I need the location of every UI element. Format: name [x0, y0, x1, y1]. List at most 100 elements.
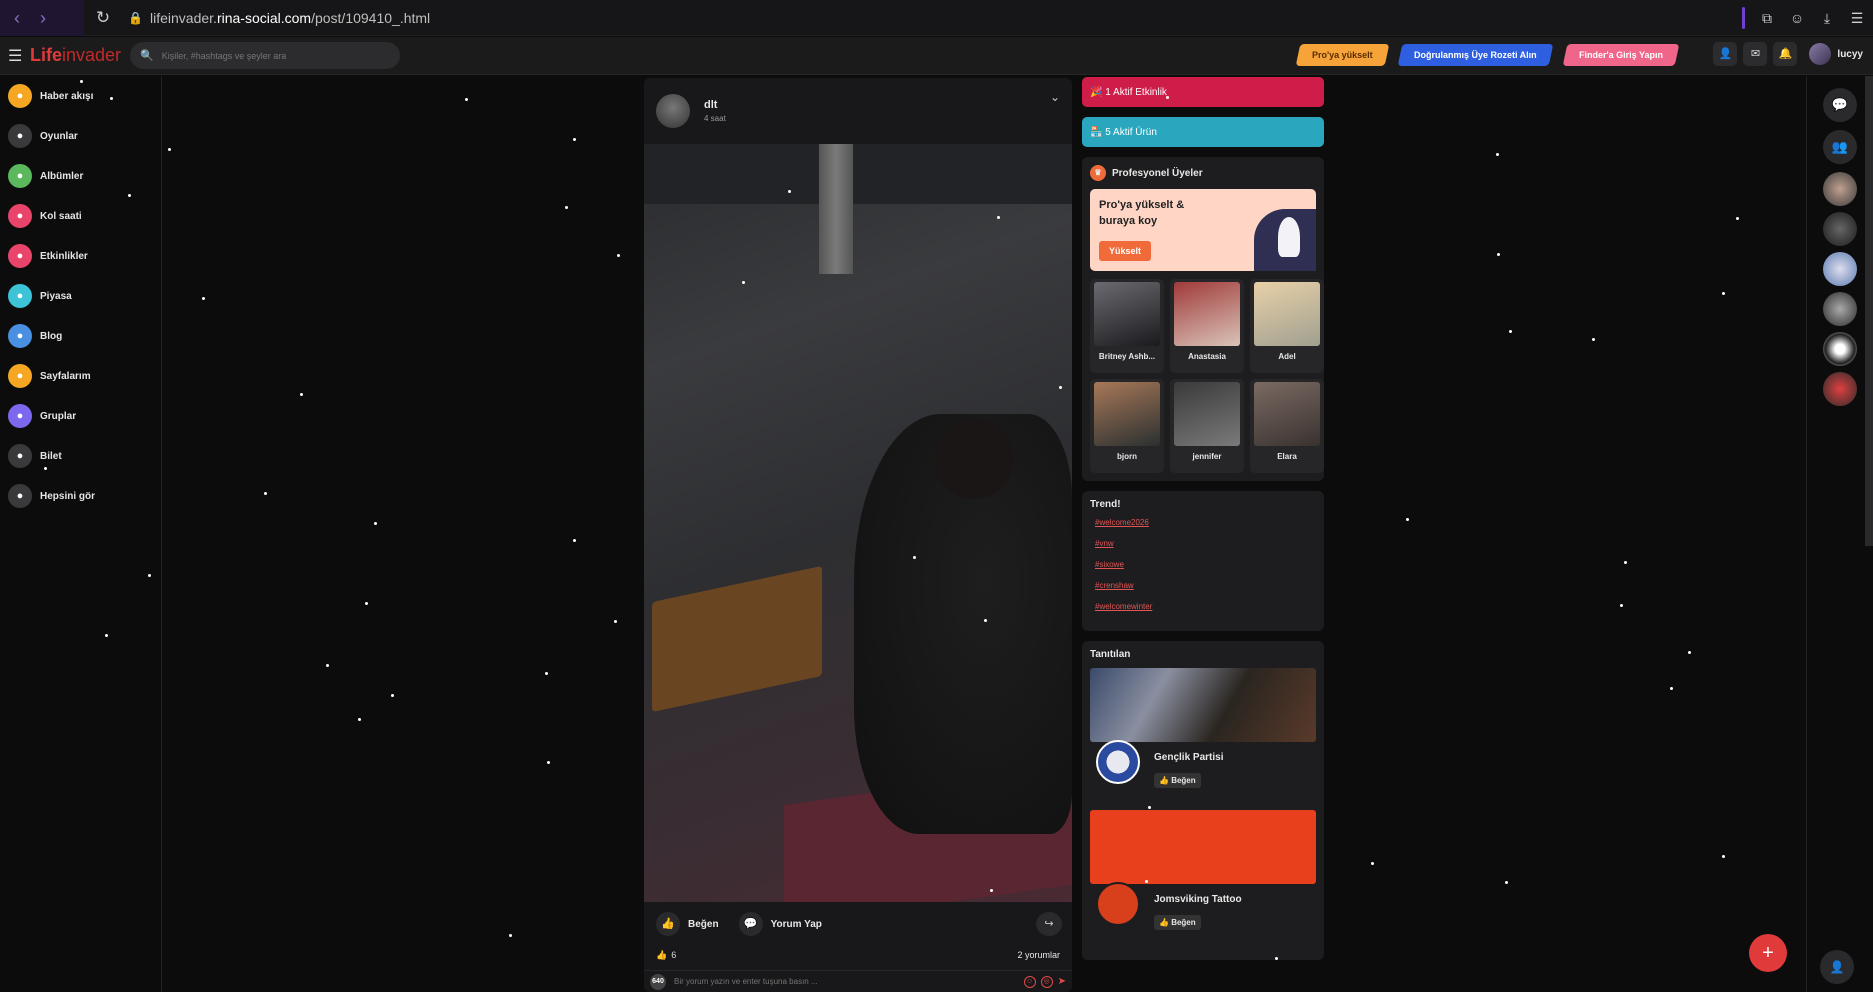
friend-requests-icon[interactable]: 👤: [1713, 42, 1738, 66]
find-people-icon[interactable]: 👤: [1820, 950, 1854, 984]
sidebar-item-label: Bilet: [40, 450, 62, 462]
contact-avatar[interactable]: [1823, 172, 1857, 206]
send-icon[interactable]: ➤: [1058, 976, 1066, 988]
sidebar-item[interactable]: ● Haber akışı: [0, 76, 161, 116]
page-name[interactable]: Gençlik Partisi: [1154, 752, 1223, 763]
messages-icon[interactable]: ✉: [1743, 42, 1768, 66]
contact-avatar[interactable]: [1823, 292, 1857, 326]
pro-member[interactable]: Adel: [1250, 279, 1324, 373]
nav-buttons: ‹ ›: [0, 0, 84, 36]
star-dot: [547, 761, 550, 764]
upgrade-pro-label: Pro'ya yükselt: [1311, 50, 1373, 60]
upgrade-button[interactable]: Yükselt: [1099, 241, 1152, 261]
comment-input[interactable]: [674, 977, 994, 986]
share-icon[interactable]: ↪: [1036, 912, 1062, 936]
contact-avatar[interactable]: [1823, 252, 1857, 286]
pro-member[interactable]: jennifer: [1170, 379, 1244, 473]
sidebar-item[interactable]: ● Sayfalarım: [0, 356, 161, 396]
pro-members-title: ♛ Profesyonel Üyeler: [1090, 165, 1316, 181]
notifications-icon[interactable]: 🔔: [1773, 42, 1798, 66]
sidebar-item[interactable]: ● Piyasa: [0, 276, 161, 316]
pro-promo: Pro'ya yükselt & buraya koy Yükselt: [1090, 189, 1316, 271]
star-dot: [391, 694, 394, 697]
page-cover[interactable]: [1090, 668, 1316, 742]
sidebar-item-label: Albümler: [40, 170, 84, 182]
page-cover[interactable]: [1090, 810, 1316, 884]
page-logo[interactable]: [1096, 882, 1140, 926]
chevron-down-icon[interactable]: ⌄: [1050, 90, 1060, 104]
sidebar-item[interactable]: ● Bilet: [0, 436, 161, 476]
trend-hashtag[interactable]: #welcome2026: [1095, 518, 1316, 527]
author-avatar[interactable]: [656, 94, 690, 128]
page-logo[interactable]: [1096, 740, 1140, 784]
menu-icon[interactable]: ☰: [1849, 10, 1865, 27]
page-name[interactable]: Jomsviking Tattoo: [1154, 894, 1242, 905]
page-like-label: Beğen: [1171, 776, 1196, 785]
like-count[interactable]: 👍 6: [656, 950, 676, 961]
sidebar-item-label: Haber akışı: [40, 90, 94, 102]
author-name[interactable]: dlt: [704, 99, 726, 111]
add-post-button[interactable]: +: [1749, 934, 1787, 972]
contact-avatar[interactable]: [1823, 212, 1857, 246]
page-like-button[interactable]: 👍 Beğen: [1154, 773, 1201, 788]
sidebar-item-label: Oyunlar: [40, 130, 78, 142]
contact-avatar[interactable]: [1823, 332, 1857, 366]
forward-icon[interactable]: ›: [32, 7, 54, 29]
sidebar-item[interactable]: ● Oyunlar: [0, 116, 161, 156]
sidebar-item[interactable]: ● Kol saati: [0, 196, 161, 236]
pro-members-card: ♛ Profesyonel Üyeler Pro'ya yükselt & bur…: [1082, 157, 1324, 481]
comment-button[interactable]: 💬 Yorum Yap: [738, 912, 822, 936]
active-events-banner[interactable]: 🎉 1 Aktif Etkinlik: [1082, 77, 1324, 107]
trend-hashtag[interactable]: #welcomewinter: [1095, 602, 1316, 611]
user-menu[interactable]: lucyy: [1809, 43, 1863, 65]
address-bar[interactable]: lifeinvader.rina-social.com/post/109410_…: [150, 10, 430, 26]
comments-count[interactable]: 2 yorumlar: [1017, 950, 1060, 960]
member-photo: [1094, 382, 1160, 446]
sidebar-item[interactable]: ● Hepsini gör: [0, 476, 161, 516]
left-sidebar: ● Haber akışı ● Oyunlar ● Albümler ● Kol saati ●…: [0, 76, 162, 992]
contact-avatar[interactable]: [1823, 372, 1857, 406]
pro-members-grid: Britney Ashb... Anastasia Adel bjorn jennife…: [1090, 279, 1324, 473]
account-icon[interactable]: ☺: [1789, 10, 1805, 26]
page-like-button[interactable]: 👍 Beğen: [1154, 915, 1201, 930]
add-friend-icon[interactable]: 👥: [1823, 130, 1857, 164]
site-header: ☰ Lifeinvader 🔍 Pro'ya yükselt Doğrulanm…: [0, 37, 1873, 75]
pro-members-label: Profesyonel Üyeler: [1112, 167, 1203, 179]
site-logo[interactable]: Lifeinvader: [30, 45, 121, 66]
star-dot: [565, 206, 568, 209]
verified-badge-button[interactable]: Doğrulanmış Üye Rozeti Alın: [1397, 44, 1554, 66]
pro-member[interactable]: Elara: [1250, 379, 1324, 473]
upgrade-pro-button[interactable]: Pro'ya yükselt: [1295, 44, 1389, 66]
trend-hashtag[interactable]: #vnw: [1095, 539, 1316, 548]
sidebar-item-label: Hepsini gör: [40, 490, 96, 502]
chat-icon[interactable]: 💬: [1823, 88, 1857, 122]
post-image[interactable]: [644, 144, 1072, 902]
sidebar-item[interactable]: ● Blog: [0, 316, 161, 356]
reload-icon[interactable]: ↻: [92, 8, 114, 28]
gif-icon[interactable]: ◎: [1040, 975, 1053, 988]
gamepad-icon: ●: [8, 124, 32, 148]
active-products-banner[interactable]: 🏪 5 Aktif Ürün: [1082, 117, 1324, 147]
star-dot: [1670, 687, 1673, 690]
hamburger-icon[interactable]: ☰: [8, 46, 22, 66]
finder-login-label: Finder'a Giriş Yapın: [1578, 50, 1663, 60]
market-icon: ●: [8, 284, 32, 308]
extensions-icon[interactable]: ⧉: [1759, 10, 1775, 27]
pro-member[interactable]: Britney Ashb...: [1090, 279, 1164, 373]
download-icon[interactable]: ⤓: [1819, 10, 1835, 27]
emoji-icon[interactable]: ☺: [1023, 975, 1036, 988]
back-icon[interactable]: ‹: [6, 7, 28, 29]
search-input[interactable]: [161, 50, 382, 61]
pro-member[interactable]: Anastasia: [1170, 279, 1244, 373]
browser-actions: ⧉ ☺ ⤓ ☰: [1742, 0, 1865, 36]
like-button[interactable]: 👍 Beğen: [656, 912, 719, 936]
trend-hashtag[interactable]: #crenshaw: [1095, 581, 1316, 590]
pro-member[interactable]: bjorn: [1090, 379, 1164, 473]
trend-hashtag[interactable]: #sixowe: [1095, 560, 1316, 569]
scrollbar[interactable]: [1865, 76, 1873, 546]
flag-icon: ●: [8, 364, 32, 388]
finder-login-button[interactable]: Finder'a Giriş Yapın: [1562, 44, 1680, 66]
sidebar-item[interactable]: ● Etkinlikler: [0, 236, 161, 276]
sidebar-item[interactable]: ● Albümler: [0, 156, 161, 196]
sidebar-item[interactable]: ● Gruplar: [0, 396, 161, 436]
